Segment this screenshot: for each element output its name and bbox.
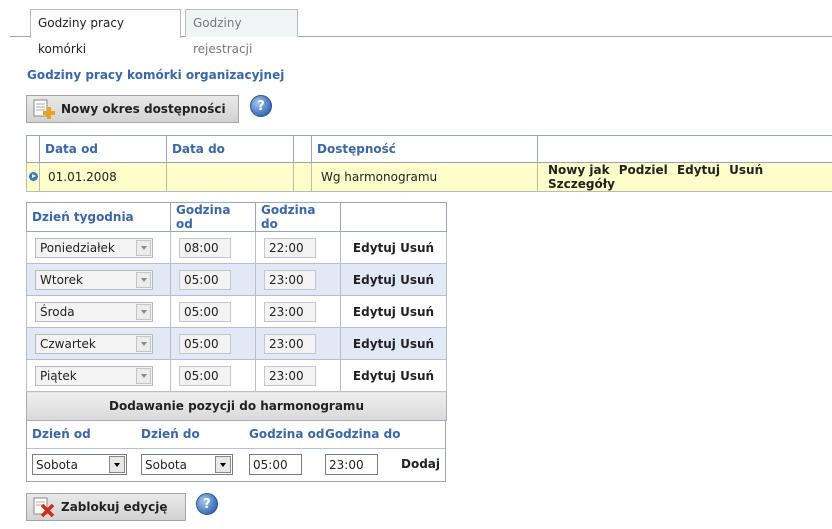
weekday-select[interactable]: Poniedziałek xyxy=(35,237,153,258)
add-section-title: Dodawanie pozycji do harmonogramu xyxy=(26,391,447,421)
label-day-to: Dzień do xyxy=(141,427,200,441)
weekday-select[interactable]: Piątek xyxy=(35,365,153,386)
chevron-down-icon xyxy=(136,271,151,288)
periods-header-row: Data od Data do Dostępność xyxy=(26,135,832,163)
block-document-icon xyxy=(27,496,61,518)
chevron-down-icon xyxy=(136,367,151,384)
split-link[interactable]: Podziel xyxy=(619,163,668,177)
time-from-input[interactable]: 05:00 xyxy=(249,454,302,475)
table-row: Czwartek 05:00 23:00 Edytuj Usuń xyxy=(26,327,447,360)
section-title: Godziny pracy komórki organizacyjnej xyxy=(27,68,285,82)
new-like-link[interactable]: Nowy jak xyxy=(548,163,610,177)
time-to-field[interactable]: 23:00 xyxy=(264,333,316,354)
table-row[interactable]: 01.01.2008 Wg harmonogramu Nowy jak Podz… xyxy=(26,162,832,192)
schedule-header-row: Dzień tygodnia Godzina od Godzina do xyxy=(26,202,447,232)
table-row: Wtorek 05:00 23:00 Edytuj Usuń xyxy=(26,263,447,296)
period-actions: Nowy jak Podziel Edytuj Usuń Szczegóły xyxy=(537,162,832,192)
edit-link[interactable]: Edytuj xyxy=(353,337,396,351)
time-from-field[interactable]: 05:00 xyxy=(179,365,231,386)
weekday-select[interactable]: Wtorek xyxy=(35,269,153,290)
new-period-button[interactable]: Nowy okres dostępności xyxy=(26,95,239,123)
help-icon[interactable]: ? xyxy=(196,493,218,515)
col-date-from: Data od xyxy=(39,135,167,163)
add-document-icon xyxy=(27,98,61,120)
edit-link[interactable]: Edytuj xyxy=(353,305,396,319)
add-section-header: Dodawanie pozycji do harmonogramu xyxy=(26,391,447,421)
delete-link[interactable]: Usuń xyxy=(400,273,434,287)
edit-link[interactable]: Edytuj xyxy=(353,369,396,383)
col-time-from: Godzina od xyxy=(170,202,256,232)
delete-link[interactable]: Usuń xyxy=(400,241,434,255)
details-link[interactable]: Szczegóły xyxy=(548,177,615,191)
chevron-down-icon xyxy=(136,303,151,320)
table-row: Środa 05:00 23:00 Edytuj Usuń xyxy=(26,295,447,328)
delete-link[interactable]: Usuń xyxy=(400,305,434,319)
time-to-field[interactable]: 23:00 xyxy=(264,269,316,290)
period-availability: Wg harmonogramu xyxy=(311,162,538,192)
tab-registration-hours[interactable]: Godziny rejestracji xyxy=(185,9,298,56)
new-period-label: Nowy okres dostępności xyxy=(61,102,226,116)
chevron-down-icon xyxy=(136,335,151,352)
weekday-select[interactable]: Czwartek xyxy=(35,333,153,354)
block-edit-label: Zablokuj edycję xyxy=(61,500,168,514)
delete-link[interactable]: Usuń xyxy=(400,369,434,383)
time-to-field[interactable]: 23:00 xyxy=(264,301,316,322)
delete-link[interactable]: Usuń xyxy=(400,337,434,351)
col-availability: Dostępność xyxy=(311,135,538,163)
table-row: Poniedziałek 08:00 22:00 Edytuj Usuń xyxy=(26,231,447,264)
tab-bar: Godziny pracy komórki Godziny rejestracj… xyxy=(10,0,832,56)
add-button[interactable]: Dodaj xyxy=(401,457,440,471)
chevron-down-icon xyxy=(215,456,231,473)
schedule-table: Dzień tygodnia Godzina od Godzina do Pon… xyxy=(26,202,447,421)
row-selected-marker xyxy=(26,162,40,192)
help-icon[interactable]: ? xyxy=(250,95,272,117)
arrow-right-icon xyxy=(29,172,38,181)
day-from-select[interactable]: Sobota xyxy=(32,454,127,475)
tab-work-hours[interactable]: Godziny pracy komórki xyxy=(30,9,181,56)
day-to-select[interactable]: Sobota xyxy=(141,454,233,475)
label-time-to: Godzina do xyxy=(325,427,401,441)
period-date-to xyxy=(166,162,294,192)
edit-link[interactable]: Edytuj xyxy=(353,273,396,287)
label-day-from: Dzień od xyxy=(32,427,91,441)
chevron-down-icon xyxy=(136,239,151,256)
col-date-to: Data do xyxy=(166,135,294,163)
time-from-field[interactable]: 05:00 xyxy=(179,301,231,322)
time-from-field[interactable]: 05:00 xyxy=(179,269,231,290)
period-date-from: 01.01.2008 xyxy=(39,162,167,192)
edit-link[interactable]: Edytuj xyxy=(677,163,720,177)
time-to-field[interactable]: 23:00 xyxy=(264,365,316,386)
col-time-to: Godzina do xyxy=(255,202,341,232)
label-time-from: Godzina od xyxy=(249,427,325,441)
add-schedule-form: Dzień od Dzień do Godzina od Godzina do … xyxy=(26,421,446,482)
table-row: Piątek 05:00 23:00 Edytuj Usuń xyxy=(26,359,447,392)
delete-link[interactable]: Usuń xyxy=(729,163,763,177)
block-edit-button[interactable]: Zablokuj edycję xyxy=(26,493,186,521)
time-to-field[interactable]: 22:00 xyxy=(264,237,316,258)
time-from-field[interactable]: 08:00 xyxy=(179,237,231,258)
chevron-down-icon xyxy=(109,456,125,473)
periods-table: Data od Data do Dostępność 01.01.2008 Wg… xyxy=(26,135,832,192)
weekday-select[interactable]: Środa xyxy=(35,301,153,322)
edit-link[interactable]: Edytuj xyxy=(353,241,396,255)
col-weekday: Dzień tygodnia xyxy=(26,202,171,232)
time-from-field[interactable]: 05:00 xyxy=(179,333,231,354)
time-to-input[interactable]: 23:00 xyxy=(325,454,378,475)
